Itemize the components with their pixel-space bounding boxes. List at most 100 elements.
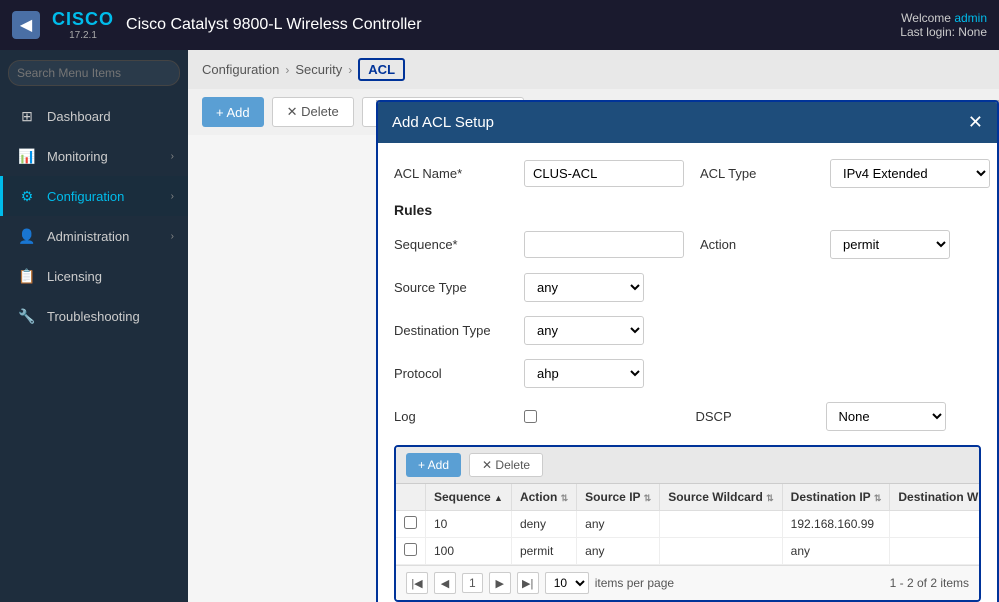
cell-source-ip: any — [577, 538, 660, 565]
breadcrumb-configuration[interactable]: Configuration — [202, 62, 279, 77]
add-button[interactable]: + Add — [202, 97, 264, 127]
sidebar-item-licensing[interactable]: 📋 Licensing — [0, 256, 188, 296]
search-input[interactable] — [8, 60, 180, 86]
breadcrumb-security[interactable]: Security — [295, 62, 342, 77]
dashboard-icon: ⊞ — [17, 106, 37, 126]
destination-type-group: Destination Type any host network — [394, 316, 981, 345]
table-toolbar: + Add ✕ Delete — [396, 447, 979, 484]
source-type-row: Source Type any host network — [394, 273, 981, 302]
cell-source-ip: any — [577, 511, 660, 538]
chevron-right-icon: › — [171, 191, 174, 202]
first-page-button[interactable]: |◀ — [406, 572, 428, 594]
next-page-button[interactable]: ▶ — [489, 572, 511, 594]
licensing-icon: 📋 — [17, 266, 37, 286]
table-delete-button[interactable]: ✕ Delete — [469, 453, 543, 477]
header-left: ◀ CISCO 17.2.1 Cisco Catalyst 9800-L Wir… — [12, 9, 422, 41]
row-checkbox[interactable] — [404, 516, 417, 529]
table-add-button[interactable]: + Add — [406, 453, 461, 477]
delete-button[interactable]: ✕ Delete — [272, 97, 354, 127]
table-row: 100 permit any any ip None None None Dis… — [396, 538, 981, 565]
brand-name: CISCO — [52, 9, 114, 30]
acl-name-label: ACL Name* — [394, 166, 514, 181]
cell-destination-ip: 192.168.160.99 — [782, 511, 890, 538]
configuration-icon: ⚙ — [17, 186, 37, 206]
col-action: Action ⇅ — [511, 484, 576, 511]
action-select[interactable]: permit deny — [830, 230, 950, 259]
col-source-wildcard: Source Wildcard ⇅ — [660, 484, 782, 511]
app-title: Cisco Catalyst 9800-L Wireless Controlle… — [126, 16, 422, 34]
dscp-select[interactable]: None af11 ef cs1 — [826, 402, 946, 431]
sort-icon: ⇅ — [874, 493, 882, 503]
sort-icon: ⇅ — [766, 493, 774, 503]
administration-icon: 👤 — [17, 226, 37, 246]
items-per-page-label: items per page — [595, 576, 674, 590]
cell-action: deny — [511, 511, 576, 538]
sort-icon: ⇅ — [561, 493, 569, 503]
sidebar-item-label: Dashboard — [47, 109, 174, 124]
modal-close-button[interactable]: ✕ — [968, 112, 983, 133]
log-label: Log — [394, 409, 514, 424]
cell-sequence: 10 — [426, 511, 512, 538]
main-content: Configuration › Security › ACL + Add ✕ D… — [188, 50, 999, 602]
source-type-group: Source Type any host network — [394, 273, 981, 302]
header-right: Welcome admin Last login: None — [900, 11, 987, 39]
acl-type-group: ACL Type IPv4 Extended IPv4 Standard IPv… — [700, 159, 990, 188]
sidebar-item-configuration[interactable]: ⚙ Configuration › — [0, 176, 188, 216]
pagination-left: |◀ ◀ 1 ▶ ▶| 10 25 50 items per p — [406, 572, 674, 594]
sequence-label: Sequence* — [394, 237, 514, 252]
modal-header: Add ACL Setup ✕ — [378, 102, 997, 143]
log-group: Log — [394, 409, 680, 424]
breadcrumb: Configuration › Security › ACL — [188, 50, 999, 89]
protocol-group: Protocol ahp tcp udp ip icmp — [394, 359, 981, 388]
breadcrumb-separator: › — [348, 63, 352, 77]
cell-destination-ip: any — [782, 538, 890, 565]
sequence-input[interactable] — [524, 231, 684, 258]
sidebar-item-label: Administration — [47, 229, 171, 244]
modal-body: ACL Name* ACL Type IPv4 Extended IPv4 St… — [378, 143, 997, 602]
sidebar-item-troubleshooting[interactable]: 🔧 Troubleshooting — [0, 296, 188, 336]
chevron-right-icon: › — [171, 231, 174, 242]
protocol-select[interactable]: ahp tcp udp ip icmp — [524, 359, 644, 388]
log-checkbox[interactable] — [524, 410, 537, 423]
acl-name-input[interactable] — [524, 160, 684, 187]
col-source-ip: Source IP ⇅ — [577, 484, 660, 511]
modal-title: Add ACL Setup — [392, 114, 494, 131]
cell-destination-wildcard — [890, 511, 981, 538]
source-type-select[interactable]: any host network — [524, 273, 644, 302]
troubleshooting-icon: 🔧 — [17, 306, 37, 326]
prev-page-button[interactable]: ◀ — [434, 572, 456, 594]
version-label: 17.2.1 — [69, 30, 97, 41]
last-login: Last login: None — [900, 25, 987, 39]
sidebar-item-dashboard[interactable]: ⊞ Dashboard — [0, 96, 188, 136]
sidebar-item-administration[interactable]: 👤 Administration › — [0, 216, 188, 256]
rules-table-section: + Add ✕ Delete Sequence ▲ Action ⇅ Sourc… — [394, 445, 981, 602]
col-destination-ip: Destination IP ⇅ — [782, 484, 890, 511]
destination-type-label: Destination Type — [394, 323, 514, 338]
acl-type-select[interactable]: IPv4 Extended IPv4 Standard IPv6 — [830, 159, 990, 188]
rules-section-title: Rules — [394, 202, 981, 218]
back-button[interactable]: ◀ — [12, 11, 40, 39]
cisco-logo: CISCO 17.2.1 — [52, 9, 114, 41]
search-box — [0, 50, 188, 96]
sidebar-item-label: Troubleshooting — [47, 309, 174, 324]
row-checkbox[interactable] — [404, 543, 417, 556]
destination-type-select[interactable]: any host network — [524, 316, 644, 345]
dscp-group: DSCP None af11 ef cs1 — [696, 402, 982, 431]
cell-sequence: 100 — [426, 538, 512, 565]
destination-type-row: Destination Type any host network — [394, 316, 981, 345]
action-label: Action — [700, 237, 820, 252]
last-page-button[interactable]: ▶| — [517, 572, 539, 594]
sidebar: ⊞ Dashboard 📊 Monitoring › ⚙ Configurati… — [0, 50, 188, 602]
sidebar-item-monitoring[interactable]: 📊 Monitoring › — [0, 136, 188, 176]
cell-source-wildcard — [660, 538, 782, 565]
table-pagination: |◀ ◀ 1 ▶ ▶| 10 25 50 items per p — [396, 565, 979, 600]
items-per-page-select[interactable]: 10 25 50 — [545, 572, 589, 594]
col-destination-wildcard: Destination Wildcard ⇅ — [890, 484, 981, 511]
sidebar-item-label: Licensing — [47, 269, 174, 284]
modal-overlay: Add ACL Setup ✕ ACL Name* ACL Type — [376, 100, 999, 602]
sort-icon: ⇅ — [644, 493, 652, 503]
protocol-label: Protocol — [394, 366, 514, 381]
breadcrumb-acl[interactable]: ACL — [358, 58, 405, 81]
acl-rules-table: Sequence ▲ Action ⇅ Source IP ⇅ Source W… — [396, 484, 981, 565]
sequence-group: Sequence* — [394, 231, 684, 258]
